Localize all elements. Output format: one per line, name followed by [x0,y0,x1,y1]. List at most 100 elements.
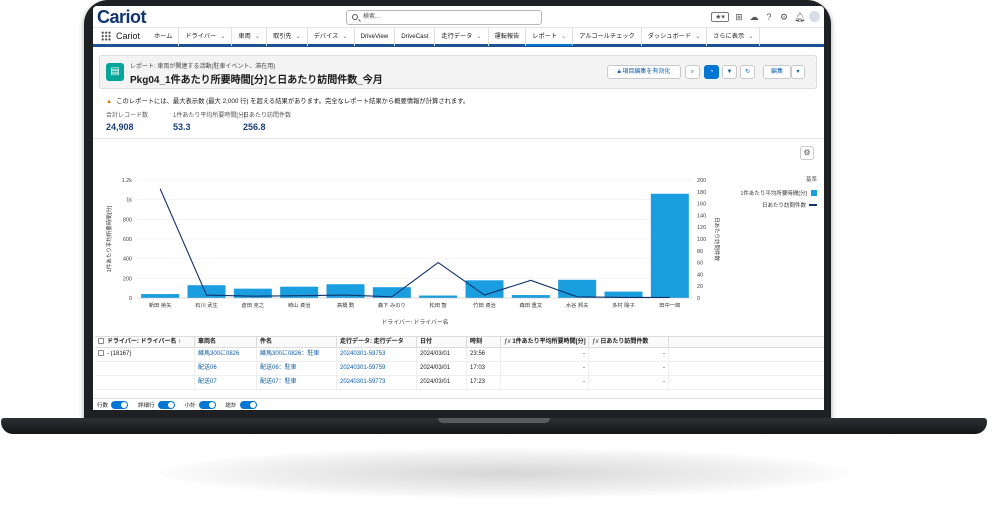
legend-title: 基準 [805,177,817,183]
y2-tick-label: 120 [697,225,706,231]
page-title: Pkg04_1件あたり所要時間[分]と日あたり訪問件数_今月 [130,75,383,86]
add-icon[interactable]: ⊞ [734,12,744,22]
more-actions-button[interactable]: ▾ [791,65,805,79]
y-axis-title: 1件あたり平均所要時間[分] [105,205,113,272]
edit-button[interactable]: 編集 [763,65,791,79]
notification-bell-icon[interactable]: 🔔︎ [794,12,805,22]
report-table: ドライバー: ドライバー名 ↑ 車両名 件名 走行データ: 走行データ 日付 時刻 ƒx 1… [95,336,824,390]
toggle-switch [198,400,216,409]
setup-gear-icon[interactable]: ⚙ [779,12,789,22]
laptop-notch [438,418,550,423]
search-placeholder: 検索... [363,14,381,20]
x-tick-label: 松田 智 [429,301,446,309]
nav-item-11[interactable]: ダッシュボード ⌄ [642,26,708,46]
footer-toggle[interactable]: 行数 [97,400,129,409]
cloud-icon[interactable]: ☁ [749,12,759,22]
enable-field-edit-button[interactable]: 🔒︎ 項目編集を有効化 [607,65,681,79]
bar [419,295,458,298]
search-icon [352,14,358,20]
y-tick-label: 200 [123,276,132,282]
table-cell[interactable]: 配送07：駐車 [257,376,337,389]
table-cell[interactable]: 練馬300に0826：駐車 [257,348,337,361]
cariot-logo: Cariot [97,7,147,27]
nav-item-8[interactable]: 運転報告 [489,26,527,46]
toggle-switch [111,400,129,409]
x-tick-label: 新田 英矢 [149,301,172,309]
search-report-button[interactable]: ⌕ [685,65,700,79]
table-cell[interactable]: 20240301-59759 [337,362,417,375]
column-header[interactable]: 車両名 [195,337,257,347]
table-cell[interactable]: 配送06 [195,362,257,375]
chevron-down-icon: ⌄ [220,32,226,40]
stat-label-avg-time: 1件あたり平均所要時間[分] [173,113,246,119]
x-tick-label: 崎山 貞治 [288,301,311,309]
bar [558,279,597,298]
table-cell[interactable]: 配送06：駐車 [257,362,337,375]
column-header[interactable]: ドライバー: ドライバー名 ↑ [95,337,195,347]
warning-icon: ▲ [106,98,113,105]
column-header[interactable]: ƒx 日あたり訪問件数 [589,337,669,347]
y2-tick-label: 200 [697,178,706,184]
table-cell[interactable]: 配送07 [195,376,257,389]
nav-item-3[interactable]: 取引先 ⌄ [267,26,308,46]
laptop-shadow [160,448,850,498]
table-row: 配送06 配送06：駐車 20240301-59759 2024/03/01 17:03… [95,362,824,376]
y-tick-label: 1.2k [122,178,133,184]
nav-item-1[interactable]: ドライバー ⌄ [179,26,233,46]
nav-item-6[interactable]: DriveCast [395,26,436,46]
chevron-down-icon: ⌄ [476,32,482,40]
report-footer: 行数 詳細行 小計 総計 [93,398,824,410]
stat-label-records: 合計レコード数 [106,113,149,119]
nav-item-4[interactable]: デバイス ⌄ [308,26,355,46]
bar [511,295,550,298]
x-tick-label: 田中一郎 [659,301,680,309]
table-cell: - [501,348,589,361]
table-cell[interactable]: 練馬300に0826 [195,348,257,361]
refresh-button[interactable]: ↻ [740,65,755,79]
nav-item-2[interactable]: 車両 ⌄ [232,26,267,46]
table-cell: 17:03 [467,362,501,375]
y-tick-label: 0 [129,296,132,302]
filter-button[interactable]: ▼ [722,65,737,79]
report-icon: ▤ [106,63,124,81]
nav-item-12[interactable]: さらに表示 ⌄ [707,26,761,46]
nav-item-0[interactable]: ホーム [148,26,180,46]
stat-value-records: 24,908 [106,122,134,132]
nav-item-7[interactable]: 走行データ ⌄ [435,26,489,46]
table-header: ドライバー: ドライバー名 ↑ 車両名 件名 走行データ: 走行データ 日付 時刻 ƒx 1… [95,336,824,348]
chevron-down-icon: ⌄ [748,32,754,40]
chevron-down-icon: ⌄ [342,32,348,40]
nav-item-10[interactable]: アルコールチェック [573,26,642,46]
favorites-icon[interactable]: ★▾ [711,11,729,22]
column-header[interactable]: 日付 [417,337,467,347]
laptop-stage: Cariot 検索... ★▾ ⊞ ☁ ? ⚙ 🔔︎ Cariot ホーム ドライ… [0,0,1000,530]
chart-legend: 基準 1件あたり平均所要時間[分] 日あたり訪問件数 [721,175,817,213]
row-checkbox[interactable] [98,350,104,357]
chart-settings-gear-icon[interactable]: ⚙ [800,146,814,160]
y2-tick-label: 180 [697,190,706,196]
x-axis-title: ドライバー: ドライバー名 [382,318,449,326]
help-icon[interactable]: ? [764,12,774,22]
table-cell: - [589,362,669,375]
column-header[interactable]: 時刻 [467,337,501,347]
x-tick-label: 多村 陽子 [612,301,635,309]
table-row: 配送07 配送07：駐車 20240301-59773 2024/03/01 17:23… [95,376,824,390]
footer-toggle[interactable]: 総計 [226,400,257,409]
y2-tick-label: 100 [697,237,706,243]
column-header[interactable]: 走行データ: 走行データ [337,337,417,347]
column-header[interactable]: 件名 [257,337,337,347]
table-cell[interactable]: 20240301-59753 [337,348,417,361]
footer-toggle[interactable]: 小計 [185,400,216,409]
column-header[interactable]: ƒx 1件あたり平均所要時間[分] [501,337,589,347]
global-search[interactable]: 検索... [346,10,542,25]
footer-toggle[interactable]: 詳細行 [138,400,175,409]
nav-item-9[interactable]: レポート ⌄ [526,26,574,46]
chart-toggle-button[interactable]: ◔ [704,65,719,79]
report-type: レポート: 車両が関連する活動(駐車イベント、滞在用) [130,64,276,70]
nav-item-5[interactable]: DriveView [355,26,396,46]
avatar[interactable] [809,11,820,22]
app-launcher-icon[interactable] [101,31,111,41]
y2-tick-label: 60 [697,261,703,267]
table-cell: - [589,376,669,389]
table-cell[interactable]: 20240301-59773 [337,376,417,389]
